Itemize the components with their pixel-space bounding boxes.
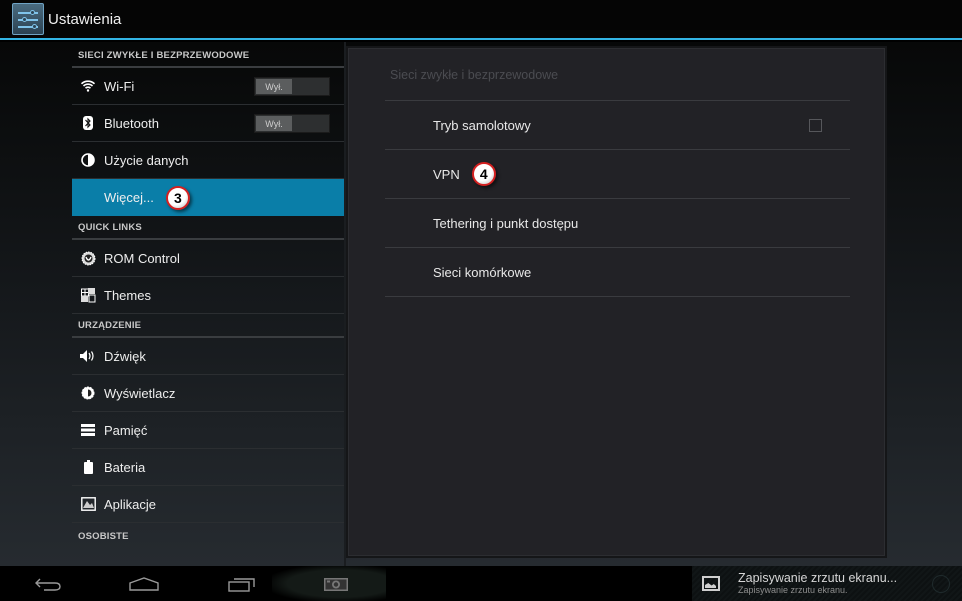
- tethering-item[interactable]: Tethering i punkt dostępu: [385, 199, 850, 248]
- home-icon: [129, 577, 159, 591]
- step-badge: 3: [165, 185, 190, 210]
- sidebar-item-apps[interactable]: Aplikacje: [72, 486, 344, 523]
- airplane-mode-checkbox[interactable]: [809, 119, 822, 132]
- sidebar-item-label: Wyświetlacz: [104, 385, 176, 401]
- notification-title: Zapisywanie zrzutu ekranu...: [738, 570, 898, 585]
- vpn-item[interactable]: VPN 4: [385, 150, 850, 199]
- home-button[interactable]: [120, 572, 168, 596]
- themes-icon: [78, 287, 98, 303]
- action-bar: Ustawienia: [0, 0, 962, 40]
- step-badge: 4: [471, 162, 496, 186]
- sidebar-item-label: Dźwięk: [104, 348, 146, 364]
- sidebar-item-storage[interactable]: Pamięć: [72, 412, 344, 449]
- back-icon: [35, 578, 61, 591]
- clock-icon: [932, 575, 950, 593]
- sidebar-item-wifi[interactable]: Wi-Fi Wył.: [72, 68, 344, 105]
- storage-icon: [78, 424, 98, 436]
- section-header-device: URZĄDZENIE: [72, 314, 344, 338]
- sidebar-item-bluetooth[interactable]: Bluetooth Wył.: [72, 105, 344, 142]
- section-header-personal: OSOBISTE: [78, 531, 129, 542]
- sidebar-item-label: Pamięć: [104, 422, 148, 438]
- display-icon: [78, 386, 98, 400]
- mobile-networks-item[interactable]: Sieci komórkowe: [385, 248, 850, 297]
- screenshot-notification[interactable]: Zapisywanie zrzutu ekranu... Zapisywanie…: [692, 566, 962, 601]
- wifi-icon: [78, 80, 98, 92]
- battery-icon: [78, 460, 98, 474]
- sidebar-item-display[interactable]: Wyświetlacz: [72, 375, 344, 412]
- airplane-mode-item[interactable]: Tryb samolotowy: [385, 101, 850, 150]
- recent-apps-button[interactable]: [218, 572, 266, 596]
- sidebar-item-data-usage[interactable]: Użycie danych: [72, 142, 344, 179]
- content-area: SIECI ZWYKŁE I BEZPRZEWODOWE Wi-Fi Wył. …: [0, 42, 962, 566]
- sidebar-item-label: Aplikacje: [104, 496, 157, 512]
- sound-icon: [78, 350, 98, 362]
- screenshot-button[interactable]: [312, 572, 360, 596]
- detail-panel: Sieci zwykłe i bezprzewodowe Tryb samolo…: [346, 46, 887, 558]
- data-usage-icon: [78, 153, 98, 167]
- screenshot-icon: [324, 578, 348, 591]
- item-label: VPN: [433, 166, 460, 182]
- sidebar-item-label: Użycie danych: [104, 152, 189, 168]
- sidebar-item-themes[interactable]: Themes: [72, 277, 344, 314]
- bluetooth-toggle[interactable]: Wył.: [254, 114, 330, 133]
- item-label: Tethering i punkt dostępu: [433, 215, 579, 231]
- sidebar-item-rom-control[interactable]: ROM Control: [72, 240, 344, 277]
- sidebar-item-more[interactable]: Więcej... 3: [72, 179, 344, 216]
- sidebar-item-battery[interactable]: Bateria: [72, 449, 344, 486]
- notification-text: Zapisywanie zrzutu ekranu... Zapisywanie…: [738, 572, 897, 596]
- apps-icon: [78, 497, 98, 511]
- app-title: Ustawienia: [48, 10, 122, 28]
- image-icon: [702, 576, 720, 591]
- sidebar-item-label: Bateria: [104, 459, 146, 475]
- sidebar-item-label: ROM Control: [104, 250, 180, 266]
- detail-title: Sieci zwykłe i bezprzewodowe: [390, 68, 559, 82]
- item-label: Tryb samolotowy: [433, 117, 531, 133]
- sidebar-item-label: Themes: [104, 287, 151, 303]
- rom-control-icon: [78, 251, 98, 266]
- section-header-quick-links: QUICK LINKS: [72, 216, 344, 240]
- sidebar-item-sound[interactable]: Dźwięk: [72, 338, 344, 375]
- sidebar-item-label: Wi-Fi: [104, 78, 135, 94]
- section-header-wireless: SIECI ZWYKŁE I BEZPRZEWODOWE: [72, 42, 344, 68]
- item-label: Sieci komórkowe: [433, 264, 532, 280]
- notification-subtitle: Zapisywanie zrzutu ekranu.: [738, 585, 848, 596]
- sidebar-item-label: Bluetooth: [104, 115, 159, 131]
- settings-sliders-icon[interactable]: [12, 3, 44, 35]
- wifi-toggle[interactable]: Wył.: [254, 77, 330, 96]
- bluetooth-icon: [78, 116, 98, 130]
- recent-apps-icon: [228, 578, 255, 592]
- settings-list: SIECI ZWYKŁE I BEZPRZEWODOWE Wi-Fi Wył. …: [72, 42, 344, 566]
- sidebar-item-label: Więcej...: [104, 190, 154, 205]
- back-button[interactable]: [24, 572, 72, 596]
- toggle-state: Wył.: [256, 79, 292, 94]
- toggle-state: Wył.: [256, 116, 292, 131]
- detail-list: Tryb samolotowy VPN 4 Tethering i punkt …: [385, 100, 850, 297]
